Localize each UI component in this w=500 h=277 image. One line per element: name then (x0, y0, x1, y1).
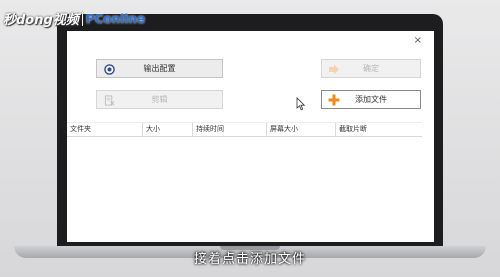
confirm-label: 确定 (363, 64, 379, 73)
watermark-brand-cn: 秒dong视频 (3, 13, 79, 28)
column-header-duration[interactable]: 持续时间 (193, 123, 267, 136)
cut-label: 剪辑 (151, 95, 168, 104)
file-table: 文件夹 大小 持续时间 屏幕大小 截取片断 (67, 122, 422, 137)
column-header-size[interactable]: 大小 (143, 123, 193, 136)
file-table-header: 文件夹 大小 持续时间 屏幕大小 截取片断 (67, 122, 422, 137)
column-header-clip[interactable]: 截取片断 (336, 123, 422, 136)
app-window: × 输出配置 确定 剪辑 添加文件 文件夹 大小 持续时间 屏幕大小 截取片断 (67, 31, 434, 242)
watermark-separator (81, 11, 83, 26)
video-caption: 接着点击添加文件 (193, 252, 306, 267)
column-header-screen-size[interactable]: 屏幕大小 (267, 123, 336, 136)
watermark-brand-en: PConline (85, 11, 146, 26)
confirm-arrow-icon (328, 63, 340, 75)
output-config-label: 输出配置 (143, 64, 176, 73)
close-button[interactable]: × (414, 36, 422, 46)
confirm-button[interactable]: 确定 (321, 59, 421, 78)
plus-icon (328, 94, 340, 106)
cut-button[interactable]: 剪辑 (96, 90, 223, 109)
output-config-button[interactable]: 输出配置 (96, 59, 223, 78)
add-file-label: 添加文件 (355, 95, 387, 104)
film-cut-icon (103, 94, 115, 106)
output-config-icon (103, 63, 115, 75)
column-header-folder[interactable]: 文件夹 (67, 123, 143, 136)
mouse-pointer-icon (296, 97, 306, 111)
add-file-button[interactable]: 添加文件 (321, 90, 421, 109)
watermark-logo: 秒dong视频 PConline (3, 9, 145, 28)
